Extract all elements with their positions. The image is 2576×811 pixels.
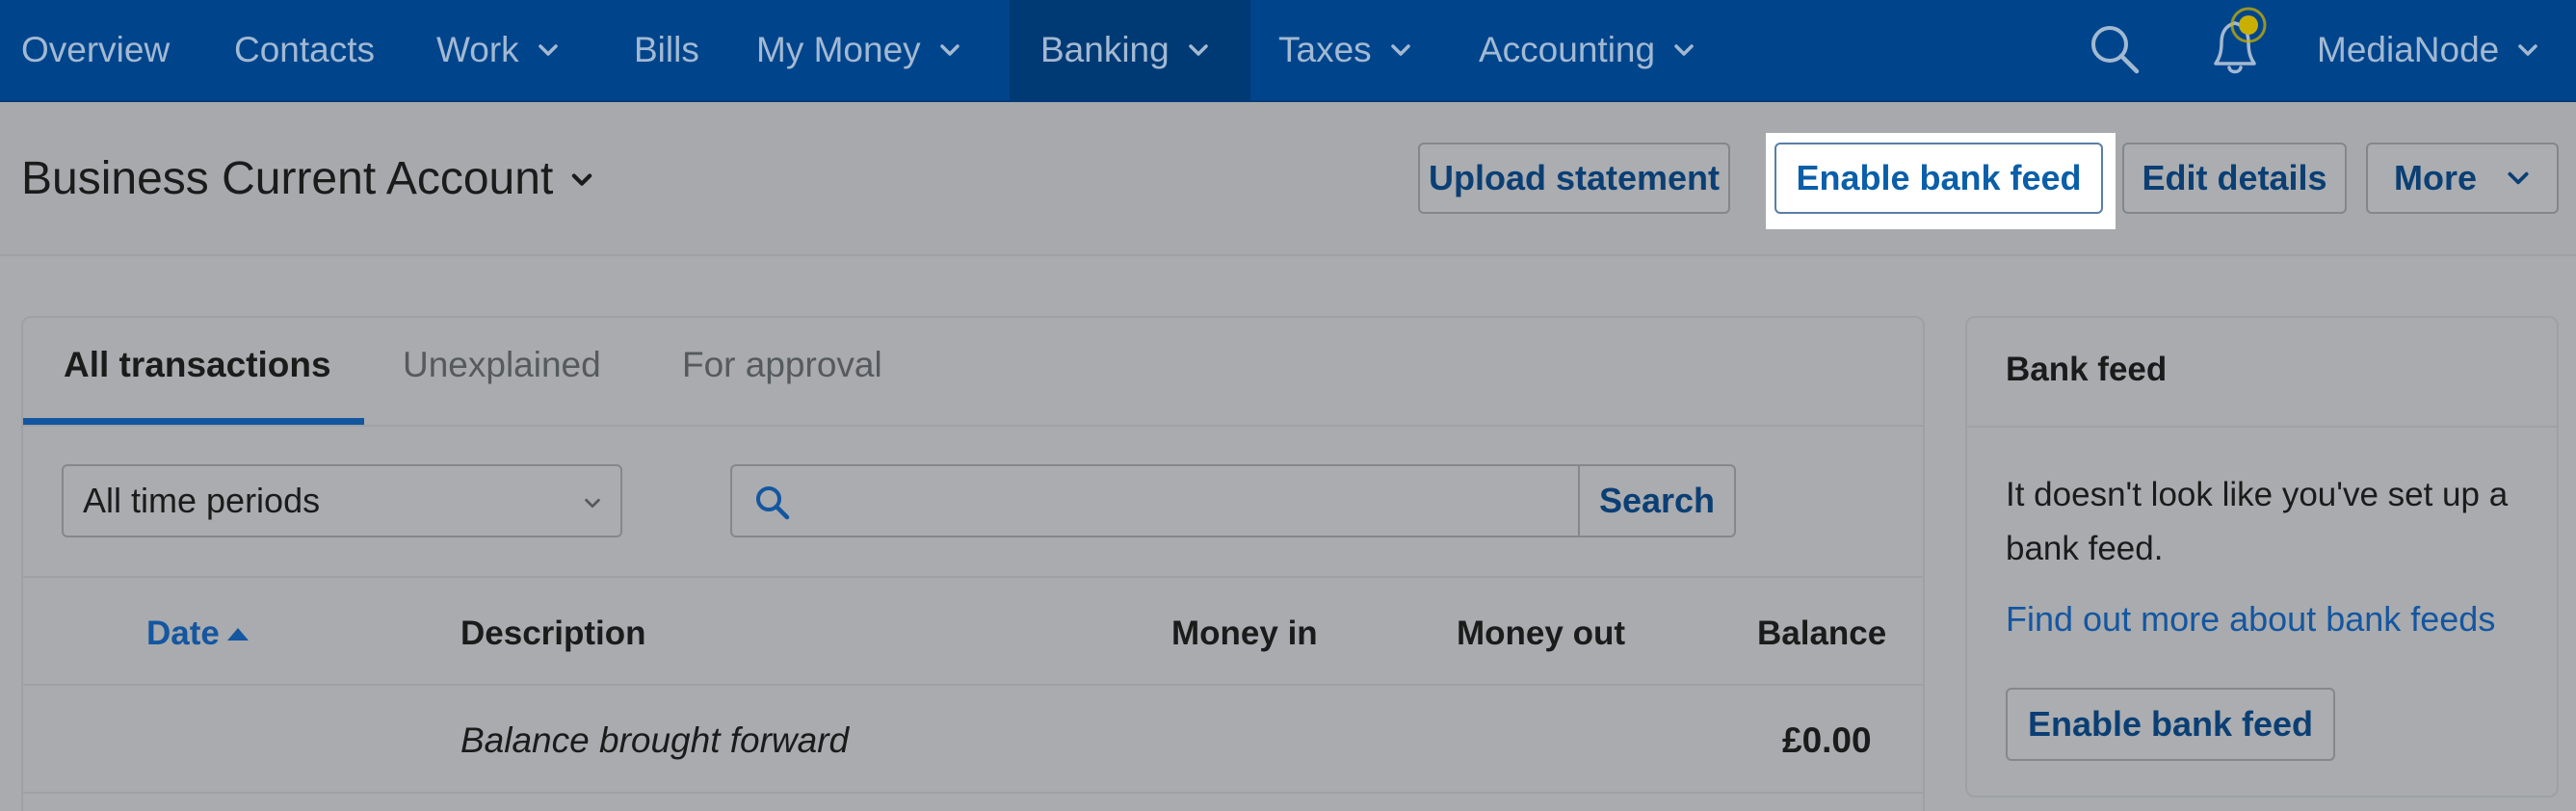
button-label: Search [1598,481,1716,520]
top-navigation: Overview Contacts Work Bills My Money Ba… [0,0,2576,102]
button-label: Enable bank feed [1796,158,2082,197]
nav-item-label: Contacts [234,30,376,69]
nav-item-label: Taxes [1278,30,1372,69]
nav-item-accounting[interactable]: Accounting [1479,0,1695,100]
period-select[interactable]: All time periods [62,464,622,537]
nav-item-work[interactable]: Work [436,0,560,100]
chevron-down-icon [1390,44,1410,56]
more-button[interactable]: More [2366,143,2559,214]
chevron-down-icon [1674,44,1694,56]
tabs-divider [23,425,1923,427]
page-title: Business Current Account [21,153,554,204]
nav-item-taxes[interactable]: Taxes [1278,0,1412,100]
nav-item-label: Work [436,30,519,69]
enable-bank-feed-panel-button[interactable]: Enable bank feed [2006,688,2335,761]
button-label: Enable bank feed [2027,704,2314,744]
bank-feed-panel: Bank feed It doesn't look like you've se… [1965,316,2559,798]
panel-divider [1967,426,2557,428]
nav-item-bills[interactable]: Bills [634,0,699,100]
active-tab-indicator [23,418,364,425]
column-header-balance: Balance [1757,615,1886,653]
nav-item-label: Accounting [1479,30,1656,69]
tab-for-approval[interactable]: For approval [682,345,882,385]
nav-item-label: Overview [21,30,171,69]
button-label: More [2393,158,2477,197]
nav-item-my-money[interactable]: My Money [756,0,961,100]
nav-item-overview[interactable]: Overview [21,0,170,100]
button-label: Upload statement [1428,158,1721,197]
column-label: Money in [1171,615,1318,652]
chevron-down-icon [585,498,600,509]
account-name: MediaNode [2317,30,2500,69]
nav-item-label: Bills [634,30,699,69]
chevron-down-icon [2508,171,2529,185]
header-divider [23,684,1923,686]
panel-title: Bank feed [2006,351,2168,388]
row-balance: £0.00 [1782,720,1872,760]
upload-statement-button[interactable]: Upload statement [1418,143,1730,214]
search-input[interactable] [809,466,1484,536]
column-header-date[interactable]: Date [146,615,250,653]
column-label: Money out [1457,615,1625,652]
nav-item-label: Banking [1040,30,1170,69]
chevron-down-icon [572,172,592,186]
select-value: All time periods [83,481,321,520]
row-divider [23,792,1923,794]
enable-bank-feed-button[interactable]: Enable bank feed [1774,143,2103,214]
page-header: Business Current Account Upload statemen… [0,102,2576,256]
button-label: Edit details [2142,158,2327,197]
column-label: Date [146,615,220,652]
chevron-down-icon [1188,44,1208,56]
column-label: Balance [1757,615,1887,652]
tab-unexplained[interactable]: Unexplained [403,345,601,385]
tab-all-transactions[interactable]: All transactions [64,345,331,385]
account-menu[interactable]: MediaNode [2317,0,2539,100]
tab-label: All transactions [64,345,331,384]
nav-item-banking[interactable]: Banking [1010,0,1250,100]
search-field: Search [730,464,1736,537]
tab-label: For approval [682,345,882,384]
column-header-money-in: Money in [1171,615,1318,653]
search-icon [756,486,790,520]
bank-feed-message: It doesn't look like you've set up a ban… [2006,476,2509,567]
search-icon[interactable] [2087,21,2142,77]
column-header-description: Description [460,615,646,653]
filter-divider [23,576,1923,578]
nav-item-contacts[interactable]: Contacts [234,0,375,100]
account-title-dropdown[interactable]: Business Current Account [21,152,595,205]
edit-details-button[interactable]: Edit details [2122,143,2347,214]
nav-item-label: My Money [756,30,921,69]
column-label: Description [460,615,646,652]
bank-feed-info-link[interactable]: Find out more about bank feeds [2006,599,2495,640]
column-header-money-out: Money out [1457,615,1625,653]
chevron-down-icon [2518,44,2537,56]
notification-bell-icon[interactable] [2198,2,2277,81]
search-button[interactable]: Search [1578,466,1734,536]
sort-ascending-icon [226,628,249,641]
row-description: Balance brought forward [460,720,850,760]
chevron-down-icon [538,44,558,56]
chevron-down-icon [939,44,959,56]
transactions-panel: All transactions Unexplained For approva… [21,316,1925,811]
tab-label: Unexplained [403,345,601,384]
